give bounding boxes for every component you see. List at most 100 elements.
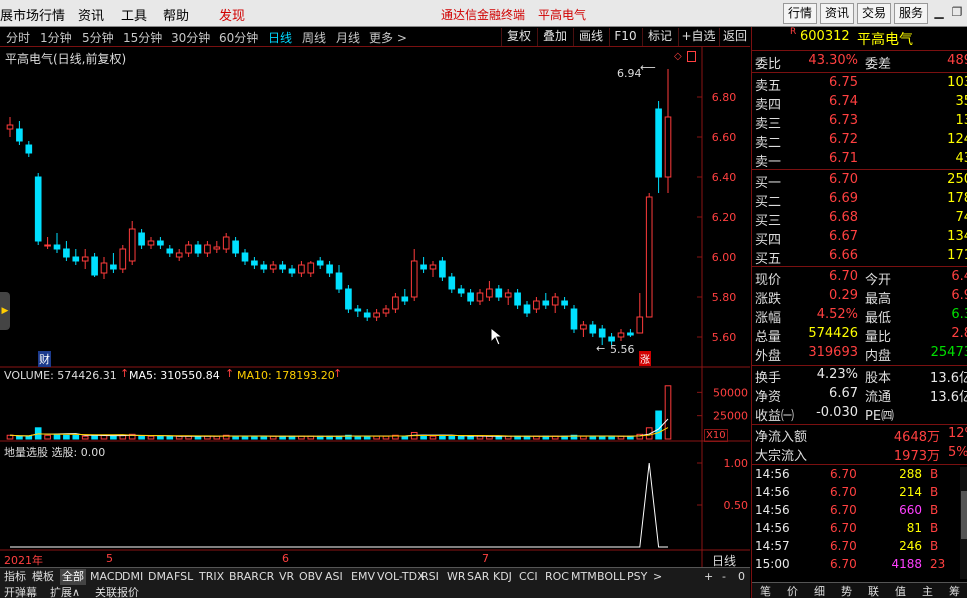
period-30min[interactable]: 30分钟 <box>171 29 210 46</box>
indicator-tab-boll[interactable]: BOLL <box>597 569 625 585</box>
period-monthly[interactable]: 月线 <box>336 29 360 46</box>
zoom-in-button[interactable]: + <box>704 569 713 585</box>
period-timeshare[interactable]: 分时 <box>6 29 30 46</box>
indicator-tab-asi[interactable]: ASI <box>325 569 343 585</box>
indicator-tab-dma[interactable]: DMA <box>148 569 174 585</box>
adjust-button[interactable]: 复权 <box>501 28 536 46</box>
menu-news[interactable]: 资讯 <box>78 5 104 24</box>
volume-tick-label: 50000 <box>713 386 748 399</box>
quote-tab-2[interactable]: 细 <box>814 583 825 598</box>
indicator-tab-trix[interactable]: TRIX <box>199 569 224 585</box>
tick-scrollbar[interactable] <box>960 467 967 579</box>
candle-body <box>429 264 437 270</box>
add-favorite-button[interactable]: +自选 <box>678 28 718 46</box>
candle-body <box>636 316 644 334</box>
indicator-tab-macd[interactable]: MACD <box>90 569 123 585</box>
candle-body <box>81 256 89 262</box>
indicator-tab-cci[interactable]: CCI <box>519 569 538 585</box>
indicator-tab-0[interactable]: 指标 <box>4 569 26 585</box>
indicator-tab-voltdx[interactable]: VOL-TDX <box>377 569 425 585</box>
trade-button[interactable]: 交易 <box>857 3 891 24</box>
indicator-tab-wr[interactable]: WR <box>447 569 466 585</box>
volume-tick-label: 25000 <box>713 410 748 423</box>
stock-title: 平高电气 <box>538 8 587 22</box>
indicator-tab-fsl[interactable]: FSL <box>174 569 193 585</box>
service-button[interactable]: 服务 <box>894 3 928 24</box>
quote-button[interactable]: 行情 <box>783 3 817 24</box>
candle-body <box>655 108 662 178</box>
indicator-tab-roc[interactable]: ROC <box>545 569 569 585</box>
candle-body <box>504 292 512 298</box>
period-15min[interactable]: 15分钟 <box>123 29 162 46</box>
quote-tab-6[interactable]: 主 <box>922 583 933 598</box>
menu-bar: 展市场行情 资讯 工具 帮助 发现 通达信金融终端 平高电气 行情 资讯 交易 … <box>0 0 967 27</box>
candle-body <box>204 244 211 254</box>
related-quote-tab[interactable]: 关联报价 <box>95 584 139 598</box>
overlay-button[interactable]: 叠加 <box>537 28 572 46</box>
indicator-tab-2[interactable]: 全部 <box>60 569 86 585</box>
tick-volume: 81 <box>906 521 922 535</box>
period-weekly[interactable]: 周线 <box>302 29 326 46</box>
menu-market[interactable]: 展市场行情 <box>0 5 65 24</box>
volume-up-arrow-icon: ↑ <box>120 367 130 380</box>
zoom-out-button[interactable]: - <box>722 569 726 585</box>
tick-time: 14:56 <box>755 467 790 481</box>
quote-tab-0[interactable]: 笔 <box>760 583 771 598</box>
menu-help[interactable]: 帮助 <box>163 5 189 24</box>
limit-up-marker[interactable]: 涨 <box>639 351 651 366</box>
ask-price: 6.71 <box>829 151 858 166</box>
chart-area[interactable]: 平高电气(日线,前复权) ◇ ▶ 6.80 6.60 6.40 6.20 6.00 5.8… <box>0 47 750 568</box>
draw-button[interactable]: 画线 <box>573 28 608 46</box>
indicator-tab-psy[interactable]: PSY <box>627 569 647 585</box>
indicator-tab-sar[interactable]: SAR <box>467 569 489 585</box>
bid-volume: 250 <box>947 172 967 187</box>
bid-price: 6.67 <box>829 229 858 244</box>
weibi-row: 委比 43.30% 委差 489 <box>752 53 967 72</box>
period-5min[interactable]: 5分钟 <box>82 29 114 46</box>
tick-time: 14:56 <box>755 485 790 499</box>
indicator-tab-mtm[interactable]: MTM <box>571 569 597 585</box>
menu-tools[interactable]: 工具 <box>121 5 147 24</box>
expand-toggle[interactable]: 扩展∧ <box>50 584 80 598</box>
candle-body <box>110 264 117 270</box>
fundamental-label: PE㈣ <box>865 409 895 424</box>
quote-tab-7[interactable]: 筹 <box>949 583 960 598</box>
restore-icon[interactable]: ❐ <box>950 4 964 20</box>
danmaku-toggle[interactable]: 开弹幕 <box>4 584 37 598</box>
indicator-tab-emv[interactable]: EMV <box>351 569 375 585</box>
f10-button[interactable]: F10 <box>609 28 641 46</box>
news-button[interactable]: 资讯 <box>820 3 854 24</box>
quote-tab-3[interactable]: 势 <box>841 583 852 598</box>
volume-unit-badge[interactable]: X10 <box>704 429 728 442</box>
quote-tab-5[interactable]: 值 <box>895 583 906 598</box>
period-daily[interactable]: 日线 <box>268 29 292 46</box>
tick-scrollbar-thumb[interactable] <box>961 491 967 539</box>
mark-button[interactable]: 标记 <box>642 28 677 46</box>
fundamental-value: -0.030 <box>816 405 858 420</box>
quote-tab-4[interactable]: 联 <box>868 583 879 598</box>
indicator-tab-dmi[interactable]: DMI <box>122 569 143 585</box>
quote-tab-1[interactable]: 价 <box>787 583 798 598</box>
back-button[interactable]: 返回 <box>719 28 750 46</box>
stat-value: 6.9 <box>951 288 967 303</box>
menu-discover[interactable]: 发现 <box>219 5 245 24</box>
candle-body <box>251 260 258 266</box>
indicator-tab-cr[interactable]: CR <box>259 569 274 585</box>
zoom-reset-button[interactable]: 0 <box>738 569 745 585</box>
ask-row: 卖一 6.71 43 <box>752 151 967 170</box>
fundamental-row: 换手 4.23% 股本 13.6亿 <box>752 367 967 386</box>
indicator-tab-rsi[interactable]: RSI <box>421 569 439 585</box>
indicator-tab-24[interactable]: > <box>653 569 662 585</box>
indicator-tab-obv[interactable]: OBV <box>299 569 322 585</box>
period-60min[interactable]: 60分钟 <box>219 29 258 46</box>
indicator-tab-1[interactable]: 模板 <box>32 569 54 585</box>
indicator-tab-vr[interactable]: VR <box>279 569 294 585</box>
indicator-tab-brar[interactable]: BRAR <box>229 569 259 585</box>
volume-bar <box>467 435 474 440</box>
period-1min[interactable]: 1分钟 <box>40 29 72 46</box>
finance-marker[interactable]: 财 <box>38 351 51 367</box>
indicator-tab-kdj[interactable]: KDJ <box>493 569 512 585</box>
ma10-label: MA10: 178193.20 <box>237 369 335 382</box>
period-more[interactable]: 更多 > <box>369 29 407 46</box>
minimize-icon[interactable]: ▁ <box>932 4 946 20</box>
